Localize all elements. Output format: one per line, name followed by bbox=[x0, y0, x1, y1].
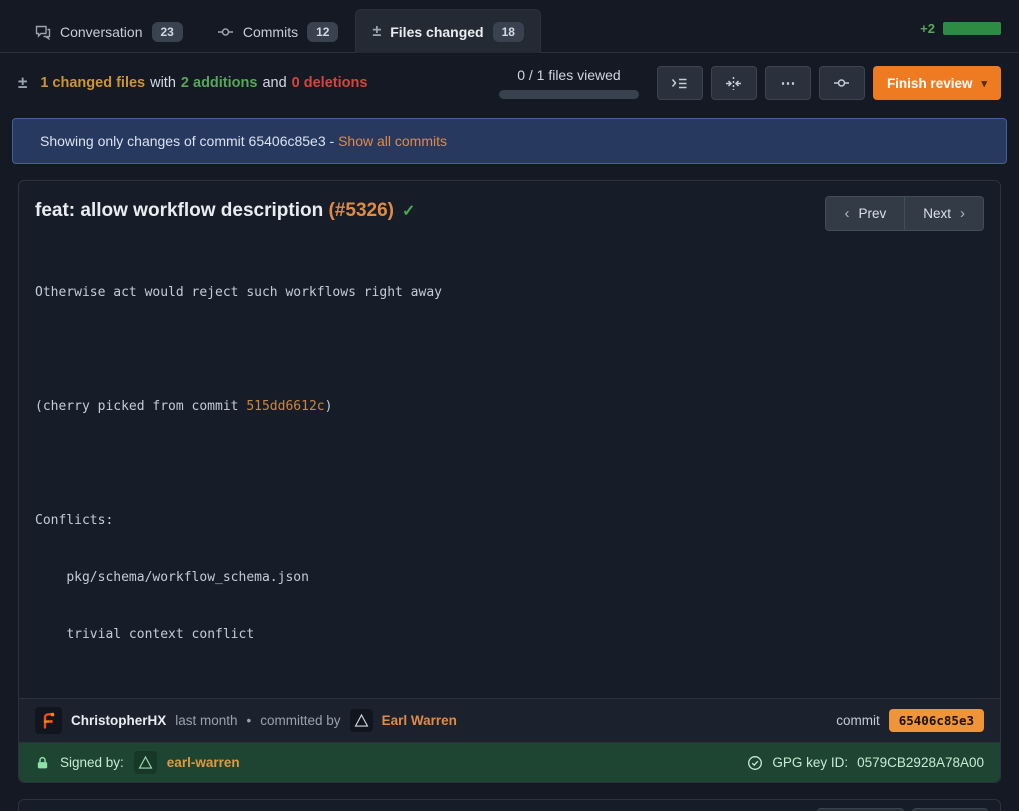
tab-conversation[interactable]: Conversation 23 bbox=[18, 9, 200, 53]
summary-text: with bbox=[150, 75, 176, 91]
success-check-icon: ✓ bbox=[402, 203, 415, 220]
diff-icon: ± bbox=[372, 23, 381, 41]
whitespace-button[interactable] bbox=[711, 66, 757, 100]
files-viewed-label: 0 / 1 files viewed bbox=[517, 67, 621, 83]
ellipsis-icon: ⋯ bbox=[780, 74, 795, 92]
tab-label: Files changed bbox=[390, 24, 483, 40]
show-all-commits-link[interactable]: Show all commits bbox=[338, 133, 447, 149]
commits-count-badge: 12 bbox=[307, 22, 338, 42]
signed-by-label: Signed by: bbox=[60, 755, 124, 770]
committer-name[interactable]: Earl Warren bbox=[382, 713, 457, 728]
author-name[interactable]: ChristopherHX bbox=[71, 713, 166, 728]
diff-toolbar: ± 1 changed files with 2 additions and 0… bbox=[0, 53, 1019, 110]
commit-message-line: pkg/schema/workflow_schema.json bbox=[35, 568, 984, 587]
bullet-separator: • bbox=[247, 713, 252, 728]
cherry-prefix: (cherry picked from commit bbox=[35, 399, 246, 414]
committed-by-label: committed by bbox=[260, 713, 340, 728]
gpg-key-label: GPG key ID: bbox=[772, 755, 848, 770]
chevron-right-icon: › bbox=[960, 205, 965, 222]
commit-message-line: Otherwise act would reject such workflow… bbox=[35, 283, 984, 302]
finish-review-label: Finish review bbox=[887, 76, 973, 91]
diffstat-additions: +2 bbox=[920, 21, 935, 36]
commit-title: feat: allow workflow description (#5326)… bbox=[35, 196, 415, 227]
chevron-left-icon: ‹ bbox=[844, 205, 849, 222]
next-commit-button[interactable]: Next › bbox=[905, 196, 984, 231]
tab-files-changed[interactable]: ± Files changed 18 bbox=[355, 9, 541, 53]
prev-label: Prev bbox=[858, 206, 886, 221]
blank-line bbox=[35, 454, 984, 473]
lock-icon bbox=[35, 755, 50, 771]
commit-filter-banner: Showing only changes of commit 65406c85e… bbox=[12, 118, 1007, 164]
committer-avatar[interactable] bbox=[350, 709, 373, 732]
deletions-count: 0 deletions bbox=[292, 75, 368, 91]
conversation-count-badge: 23 bbox=[152, 22, 183, 42]
tab-label: Commits bbox=[243, 24, 298, 40]
tab-commits[interactable]: Commits 12 bbox=[200, 9, 356, 53]
blank-line bbox=[35, 340, 984, 359]
diffstat: +2 bbox=[920, 21, 1001, 52]
file-tree-toggle-button[interactable] bbox=[657, 66, 703, 100]
commit-icon bbox=[217, 24, 234, 40]
finish-review-button[interactable]: Finish review ▾ bbox=[873, 66, 1001, 100]
caret-down-icon: ▾ bbox=[981, 77, 987, 90]
banner-text: Showing only changes of commit 65406c85e… bbox=[40, 133, 338, 149]
pr-tab-bar: Conversation 23 Commits 12 ± Files chang… bbox=[0, 0, 1019, 53]
diff-file-header: 2 pkg/schema/workflow_schema.json Unesca… bbox=[19, 800, 1000, 811]
files-viewed: 0 / 1 files viewed bbox=[499, 67, 639, 99]
commit-select-button[interactable] bbox=[819, 66, 865, 100]
diffstat-bar bbox=[943, 22, 1001, 35]
commit-box: feat: allow workflow description (#5326)… bbox=[18, 180, 1001, 783]
signer-name[interactable]: earl-warren bbox=[167, 755, 240, 770]
next-label: Next bbox=[923, 206, 951, 221]
diff-options-button[interactable]: ⋯ bbox=[765, 66, 811, 100]
commit-sha-badge[interactable]: 65406c85e3 bbox=[889, 709, 984, 732]
commit-time: last month bbox=[175, 713, 237, 728]
changed-files-count: 1 changed files bbox=[40, 75, 145, 91]
commit-label: commit bbox=[836, 713, 880, 728]
cherry-pick-sha-link[interactable]: 515dd6612c bbox=[246, 399, 324, 414]
commit-icon bbox=[833, 75, 850, 91]
commit-message: Otherwise act would reject such workflow… bbox=[19, 235, 1000, 698]
commit-title-text: feat: allow workflow description bbox=[35, 200, 328, 221]
author-avatar[interactable] bbox=[35, 707, 62, 734]
conversation-icon bbox=[35, 24, 51, 40]
gpg-key-id: 0579CB2928A78A00 bbox=[857, 755, 984, 770]
files-count-badge: 18 bbox=[493, 22, 524, 42]
files-viewed-progress bbox=[499, 90, 639, 99]
pr-files-changed-page: Conversation 23 Commits 12 ± Files chang… bbox=[0, 0, 1019, 811]
cherry-suffix: ) bbox=[325, 399, 333, 414]
prev-commit-button[interactable]: ‹ Prev bbox=[825, 196, 905, 231]
commit-meta-row: ChristopherHX last month • committed by … bbox=[19, 698, 1000, 742]
signer-avatar[interactable] bbox=[134, 751, 157, 774]
changed-files-summary: ± 1 changed files with 2 additions and 0… bbox=[18, 73, 367, 93]
commit-header: feat: allow workflow description (#5326)… bbox=[19, 181, 1000, 235]
verified-icon bbox=[747, 755, 763, 771]
diff-file-box: 2 pkg/schema/workflow_schema.json Unesca… bbox=[18, 799, 1001, 811]
summary-text: and bbox=[262, 75, 286, 91]
commit-message-line: trivial context conflict bbox=[35, 625, 984, 644]
commit-nav: ‹ Prev Next › bbox=[825, 196, 984, 231]
commit-message-line: Conflicts: bbox=[35, 511, 984, 530]
diff-icon: ± bbox=[18, 73, 27, 93]
tab-label: Conversation bbox=[60, 24, 143, 40]
issue-link[interactable]: (#5326) bbox=[328, 200, 394, 221]
commit-message-line: (cherry picked from commit 515dd6612c) bbox=[35, 397, 984, 416]
additions-count: 2 additions bbox=[181, 75, 258, 91]
signature-row: Signed by: earl-warren GPG key ID: 0579C… bbox=[19, 742, 1000, 782]
